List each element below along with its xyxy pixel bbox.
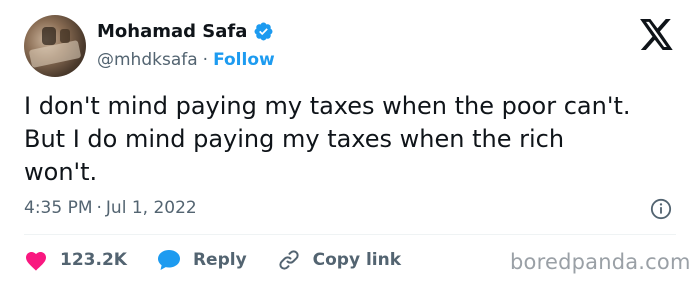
avatar-detail <box>28 39 82 69</box>
timestamp[interactable]: 4:35 PM · Jul 1, 2022 <box>24 198 197 218</box>
avatar[interactable] <box>24 15 86 77</box>
info-icon[interactable] <box>650 198 672 220</box>
like-button[interactable]: 123.2K <box>24 249 127 271</box>
author-handle[interactable]: @mhdksafa <box>97 50 198 70</box>
avatar-detail <box>42 27 56 45</box>
tweet-text: I don't mind paying my taxes when the po… <box>24 90 684 189</box>
follow-button[interactable]: Follow <box>213 50 275 70</box>
tweet-text-line: won't. <box>24 158 98 186</box>
author-handle-row: @mhdksafa · Follow <box>97 50 275 70</box>
reply-button[interactable]: Reply <box>157 249 247 271</box>
avatar-detail <box>60 29 70 43</box>
reply-label: Reply <box>192 250 247 270</box>
separator: · <box>96 198 102 218</box>
author-name[interactable]: Mohamad Safa <box>97 21 247 42</box>
tweet-card: Mohamad Safa @mhdksafa · Follow I don't mi… <box>0 0 700 287</box>
copy-link-label: Copy link <box>312 250 402 270</box>
separator: · <box>202 50 209 70</box>
watermark: boredpanda.com <box>510 250 691 274</box>
link-icon <box>279 250 299 270</box>
copy-link-button[interactable]: Copy link <box>277 248 401 272</box>
like-count: 123.2K <box>60 250 127 270</box>
heart-icon <box>26 252 46 271</box>
tweet-text-line: But I do mind paying my taxes when the r… <box>24 125 565 153</box>
divider <box>24 234 676 235</box>
tweet-time: 4:35 PM <box>24 198 93 218</box>
x-logo-icon[interactable] <box>640 19 674 50</box>
verified-badge-icon <box>254 22 273 41</box>
action-bar: 123.2K Reply Copy link <box>24 248 431 272</box>
tweet-text-line: I don't mind paying my taxes when the po… <box>24 92 631 120</box>
speech-bubble-icon <box>157 250 180 270</box>
author-name-row: Mohamad Safa <box>97 21 274 42</box>
tweet-date: Jul 1, 2022 <box>105 198 197 218</box>
